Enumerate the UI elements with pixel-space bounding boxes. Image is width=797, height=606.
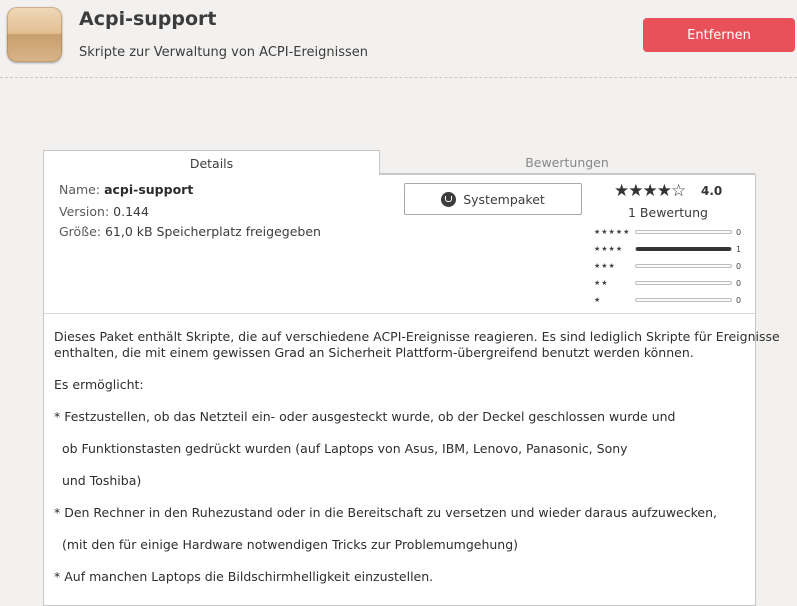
histogram-bar <box>635 230 732 234</box>
histogram-bar <box>635 264 732 268</box>
description-line: * Auf manchen Laptops die Bildschirmhell… <box>54 569 434 584</box>
histogram-count: 0 <box>736 295 742 305</box>
histogram-count: 0 <box>736 227 742 237</box>
tab-reviews[interactable]: Bewertungen <box>379 151 755 174</box>
description-line: * Den Rechner in den Ruhezustand oder in… <box>54 505 717 520</box>
app-header: Acpi-support Skripte zur Verwaltung von … <box>0 0 797 70</box>
system-package-button[interactable]: Systempaket <box>404 183 582 215</box>
tab-details[interactable]: Details <box>43 150 380 175</box>
package-icon <box>7 7 62 62</box>
description-line: (mit den für einige Hardware notwendigen… <box>54 537 519 552</box>
histogram-stars: ★★★★★ <box>594 228 631 236</box>
histogram-stars: ★★ <box>594 279 609 287</box>
description-line: enthalten, die mit einem gewissen Grad a… <box>54 345 694 360</box>
description-line: * Festzustellen, ob das Netzteil ein- od… <box>54 409 676 424</box>
details-panel: Name: acpi-support Version: 0.144 Größe:… <box>43 174 780 606</box>
histogram-stars: ★★★★ <box>594 245 624 253</box>
info-size-row: Größe: 61,0 kB Speicherplatz freigegeben <box>59 224 321 239</box>
histogram-row: ★★★★★ 0 <box>594 226 744 238</box>
histogram-row: ★ 0 <box>594 294 744 306</box>
package-description: Dieses Paket enthält Skripte, die auf ve… <box>54 329 780 585</box>
app-title: Acpi-support <box>79 8 217 30</box>
info-version-row: Version: 0.144 <box>59 204 149 219</box>
system-package-label: Systempaket <box>463 191 545 207</box>
histogram-row: ★★★ 0 <box>594 260 744 272</box>
histogram-row: ★★★★ 1 <box>594 243 744 255</box>
description-line: Dieses Paket enthält Skripte, die auf ve… <box>54 329 780 344</box>
version-label: Version: <box>59 204 110 219</box>
version-value: 0.144 <box>113 204 149 219</box>
description-line: Es ermöglicht: <box>54 377 144 392</box>
description-line: und Toshiba) <box>54 473 142 488</box>
remove-button[interactable]: Entfernen <box>643 18 795 52</box>
histogram-stars: ★★★ <box>594 262 616 270</box>
histogram-count: 1 <box>736 244 742 254</box>
histogram-count: 0 <box>736 278 742 288</box>
name-label: Name: <box>59 182 101 197</box>
rating-count: 1 Bewertung <box>628 205 708 220</box>
app-subtitle: Skripte zur Verwaltung von ACPI-Ereignis… <box>79 45 369 60</box>
histogram-bar <box>635 247 732 251</box>
histogram-count: 0 <box>736 261 742 271</box>
rating-stars: ★★★★☆ <box>614 181 686 201</box>
name-value: acpi-support <box>104 182 194 197</box>
histogram-stars: ★ <box>594 296 602 304</box>
rating-average: 4.0 <box>701 184 723 198</box>
linux-mint-icon <box>441 191 457 207</box>
header-divider <box>0 77 797 78</box>
histogram-bar <box>635 298 732 302</box>
panel-divider <box>44 313 755 314</box>
info-name-row: Name: acpi-support <box>59 182 193 197</box>
description-line: ob Funktionstasten gedrückt wurden (auf … <box>54 441 628 456</box>
histogram-row: ★★ 0 <box>594 277 744 289</box>
size-value: 61,0 kB Speicherplatz freigegeben <box>104 224 321 239</box>
size-label: Größe: <box>59 224 101 239</box>
histogram-bar <box>635 281 732 285</box>
